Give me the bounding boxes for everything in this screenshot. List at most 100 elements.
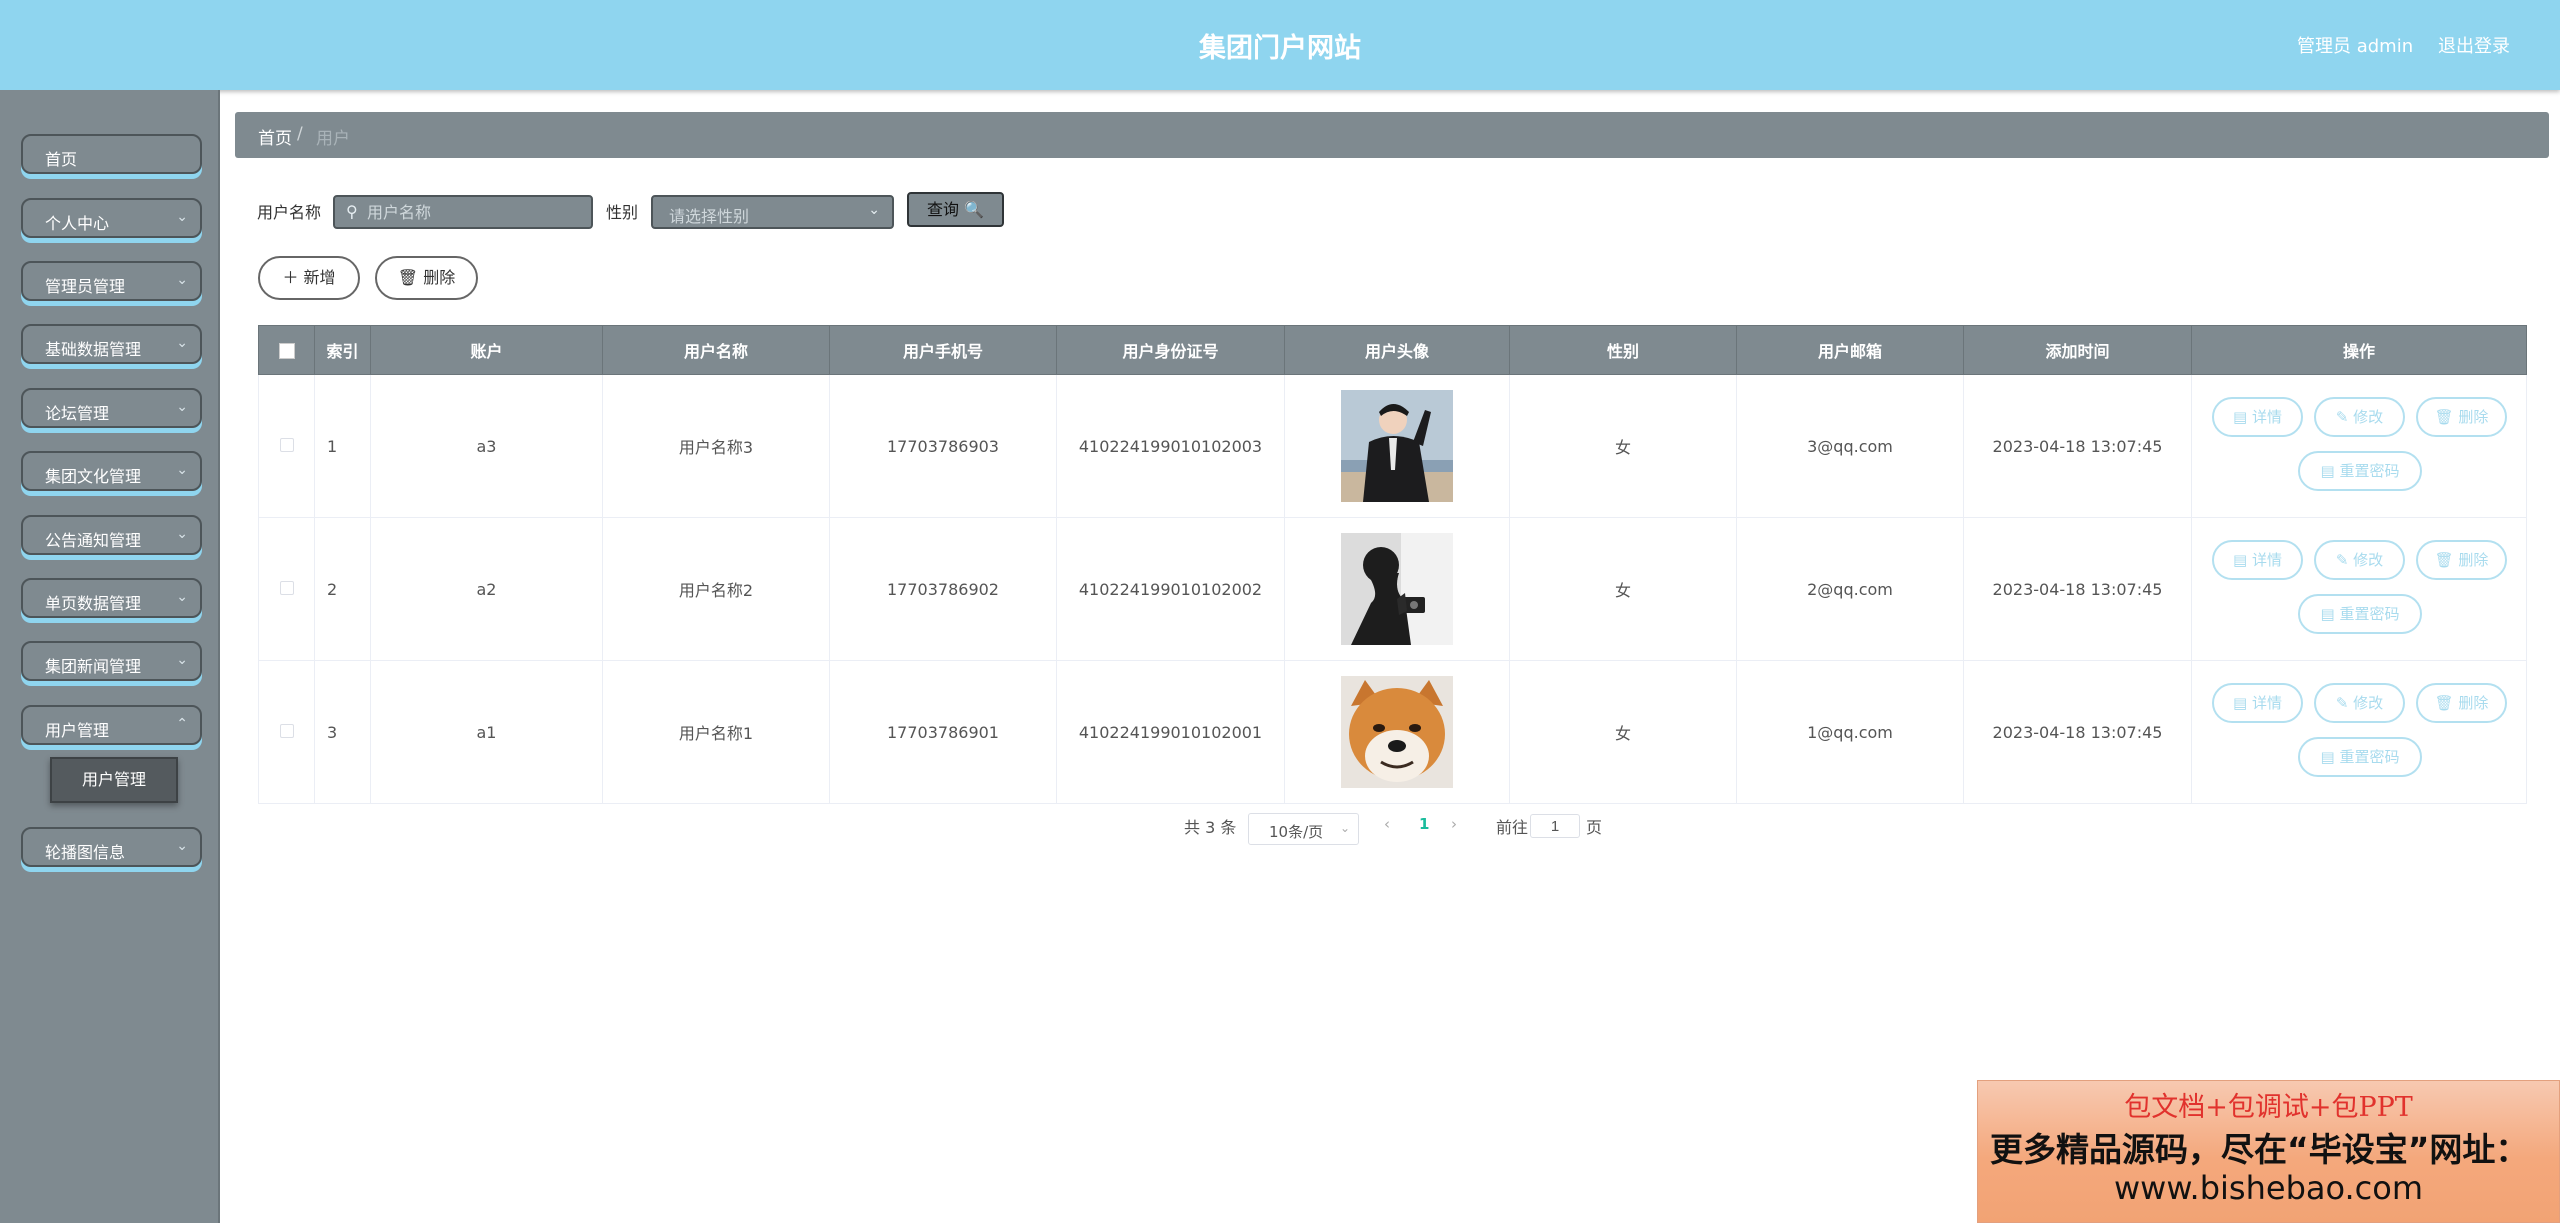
page-number-current[interactable]: 1 (1419, 815, 1429, 833)
cell-time: 2023-04-18 13:07:45 (1963, 374, 2192, 518)
select-all-checkbox[interactable] (278, 343, 295, 359)
sidebar-item-label: 论坛管理 (45, 404, 110, 423)
column-header: 用户邮箱 (1736, 325, 1964, 375)
cell-avatar (1284, 517, 1510, 661)
table-row: 3 a1 用户名称1 17703786901 41022419901010200… (258, 660, 2527, 804)
sidebar-item-culture[interactable]: 集团文化管理 ⌄ (21, 451, 202, 491)
sidebar-item-label: 公告通知管理 (45, 531, 142, 550)
sidebar-item-label: 用户管理 (45, 721, 110, 740)
cell-name: 用户名称3 (602, 374, 830, 518)
column-header: 用户名称 (602, 325, 830, 375)
chevron-down-icon: ⌄ (176, 335, 188, 351)
reset-password-button[interactable]: ▤ 重置密码 (2298, 737, 2422, 777)
trash-icon: 🗑 (2434, 694, 2454, 712)
promo-line-1: 包文档+包调试+包PPT (2124, 1092, 2413, 1123)
edit-button[interactable]: ✎ 修改 (2314, 683, 2405, 723)
gender-select[interactable]: 请选择性别 ⌄ (651, 195, 894, 229)
row-select-cell[interactable] (258, 660, 315, 804)
add-button[interactable]: ＋ 新增 (258, 256, 360, 300)
reset-password-label: 重置密码 (2339, 462, 2400, 480)
column-header: 用户身份证号 (1056, 325, 1285, 375)
sidebar-item-home[interactable]: 首页 (21, 134, 202, 174)
row-select-cell[interactable] (258, 517, 315, 661)
select-all-cell[interactable] (258, 325, 315, 375)
logout-link[interactable]: 退出登录 (2438, 32, 2510, 58)
user-name-search[interactable]: ⚲ (333, 195, 593, 229)
user-avatar-image[interactable] (1341, 676, 1453, 788)
breadcrumb: 首页 / 用户 (235, 112, 2549, 158)
detail-button[interactable]: ▤ 详情 (2212, 540, 2303, 580)
cell-gender: 女 (1509, 517, 1737, 661)
pencil-icon: ✎ (2335, 408, 2349, 426)
breadcrumb-home[interactable]: 首页 (258, 124, 292, 149)
page-size-select[interactable]: 10条/页 ⌄ (1248, 813, 1359, 845)
promo-banner[interactable]: 包文档+包调试+包PPT 更多精品源码，尽在“毕设宝”网址： www.bishe… (1977, 1080, 2560, 1223)
column-header: 用户头像 (1284, 325, 1510, 375)
promo-line-2: 更多精品源码，尽在“毕设宝”网址： (1990, 1130, 2529, 1169)
cell-email: 2@qq.com (1736, 517, 1964, 661)
cell-phone: 17703786903 (829, 374, 1057, 518)
reset-password-button[interactable]: ▤ 重置密码 (2298, 594, 2422, 634)
prev-page-button[interactable]: ‹ (1384, 815, 1390, 833)
row-checkbox[interactable] (279, 723, 294, 738)
table-row: 2 a2 用户名称2 17703786902 41022419901010200… (258, 517, 2527, 661)
submenu-item-user-management[interactable]: 用户管理 (50, 757, 178, 803)
sidebar-item-user-management[interactable]: 用户管理 ⌃ (21, 705, 202, 745)
cell-gender: 女 (1509, 660, 1737, 804)
sidebar-item-label: 首页 (45, 150, 78, 169)
delete-button[interactable]: 🗑 删除 (2416, 540, 2507, 580)
reset-password-label: 重置密码 (2339, 748, 2400, 766)
sidebar-item-notice[interactable]: 公告通知管理 ⌄ (21, 515, 202, 555)
edit-button[interactable]: ✎ 修改 (2314, 540, 2405, 580)
site-title: 集团门户网站 (1199, 33, 1361, 64)
sidebar-item-label: 集团文化管理 (45, 467, 142, 486)
cell-index: 1 (314, 374, 371, 518)
column-header: 索引 (314, 325, 371, 375)
row-checkbox[interactable] (279, 437, 294, 452)
cell-id-card: 410224199010102003 (1056, 374, 1285, 518)
delete-label: 删除 (2458, 408, 2489, 426)
chevron-down-icon: ⌄ (176, 399, 188, 415)
row-checkbox[interactable] (279, 580, 294, 595)
sidebar: 首页 个人中心 ⌄ 管理员管理 ⌄ 基础数据管理 ⌄ 论坛管理 ⌄ 集团文化管理… (0, 90, 220, 1223)
detail-label: 详情 (2251, 694, 2282, 712)
next-page-button[interactable]: › (1451, 815, 1457, 833)
cell-email: 1@qq.com (1736, 660, 1964, 804)
sidebar-item-personal-center[interactable]: 个人中心 ⌄ (21, 198, 202, 238)
cell-gender: 女 (1509, 374, 1737, 518)
cell-operations: ▤ 详情 ✎ 修改 🗑 删除 ▤ 重置密码 (2191, 660, 2527, 804)
document-icon: ▤ (2320, 462, 2335, 480)
promo-line-3: www.bishebao.com (2113, 1169, 2424, 1207)
batch-delete-button[interactable]: 🗑 删除 (375, 256, 478, 300)
query-button[interactable]: 查询 🔍 (907, 192, 1004, 227)
gender-label: 性别 (606, 203, 639, 222)
sidebar-item-news[interactable]: 集团新闻管理 ⌄ (21, 641, 202, 681)
sidebar-item-single-page[interactable]: 单页数据管理 ⌄ (21, 578, 202, 618)
delete-button[interactable]: 🗑 删除 (2416, 683, 2507, 723)
delete-button[interactable]: 🗑 删除 (2416, 397, 2507, 437)
reset-password-button[interactable]: ▤ 重置密码 (2298, 451, 2422, 491)
user-avatar-image[interactable] (1341, 533, 1453, 645)
cell-id-card: 410224199010102001 (1056, 660, 1285, 804)
row-select-cell[interactable] (258, 374, 315, 518)
goto-page-input[interactable] (1530, 814, 1580, 838)
detail-label: 详情 (2251, 408, 2282, 426)
user-avatar-image[interactable] (1341, 390, 1453, 502)
detail-button[interactable]: ▤ 详情 (2212, 397, 2303, 437)
sidebar-item-basic-data[interactable]: 基础数据管理 ⌄ (21, 324, 202, 364)
detail-label: 详情 (2251, 551, 2282, 569)
pagination-total: 共 3 条 (1184, 818, 1237, 837)
user-name-input[interactable] (367, 201, 587, 223)
sidebar-item-label: 集团新闻管理 (45, 657, 142, 676)
sidebar-item-label: 基础数据管理 (45, 340, 142, 359)
sidebar-item-admin-management[interactable]: 管理员管理 ⌄ (21, 261, 202, 301)
detail-icon: ▤ (2233, 408, 2248, 426)
edit-button[interactable]: ✎ 修改 (2314, 397, 2405, 437)
chevron-down-icon: ⌄ (176, 838, 188, 854)
cell-email: 3@qq.com (1736, 374, 1964, 518)
detail-button[interactable]: ▤ 详情 (2212, 683, 2303, 723)
goto-label: 前往 (1496, 818, 1529, 837)
chevron-down-icon: ⌄ (176, 462, 188, 478)
sidebar-item-carousel[interactable]: 轮播图信息 ⌄ (21, 827, 202, 867)
sidebar-item-forum[interactable]: 论坛管理 ⌄ (21, 388, 202, 428)
